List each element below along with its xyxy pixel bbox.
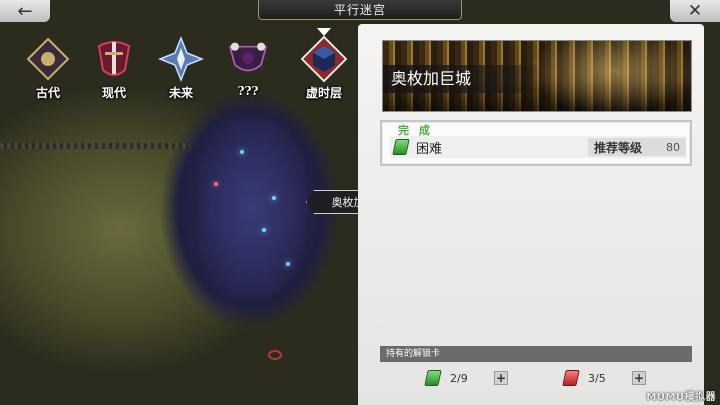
add-red-key-button[interactable]: +: [632, 371, 646, 385]
future-crystal-emblem-icon: [158, 36, 204, 82]
keys-header: 持有的解锁卡: [380, 346, 692, 362]
ancient-emblem-icon: [25, 36, 71, 82]
era-tab-void-layer[interactable]: 虚时层: [294, 35, 354, 101]
map-sparkle: [286, 262, 290, 266]
close-button[interactable]: ✕: [670, 0, 720, 22]
stage-panel: 奥枚加巨城 完 成 困难 推荐等级 80 持有的解锁卡 2/9 + 3/5 +: [358, 24, 704, 405]
title-bar: 平行迷宫: [258, 0, 462, 20]
recommended-level-label: 推荐等级: [594, 140, 643, 155]
stage-card[interactable]: 完 成 困难 推荐等级 80: [380, 120, 692, 166]
void-region[interactable]: [196, 118, 308, 298]
back-arrow-icon: ←: [17, 0, 33, 22]
map-bridge: [0, 143, 190, 149]
cube-emblem-icon: [301, 35, 347, 83]
era-tab-mystery[interactable]: ???: [218, 36, 278, 98]
mystery-emblem-icon: [225, 36, 271, 82]
era-label: 古代: [35, 86, 60, 100]
location-banner: 奥枚加巨城: [382, 40, 692, 112]
recommended-level: 推荐等级 80: [588, 138, 686, 156]
era-tab-future[interactable]: 未来: [151, 36, 211, 101]
modern-sword-emblem-icon: [91, 36, 137, 82]
key-card-red: 3/5 +: [560, 370, 646, 386]
era-tab-modern[interactable]: 现代: [84, 36, 144, 101]
recommended-level-value: 80: [666, 140, 680, 154]
era-label: 未来: [168, 86, 193, 100]
era-label: 虚时层: [305, 86, 342, 100]
close-x-icon: ✕: [687, 1, 703, 21]
map-sparkle: [240, 150, 244, 154]
back-button[interactable]: ←: [0, 0, 50, 22]
map-sparkle: [214, 182, 218, 186]
stage-row: 困难 推荐等级 80: [390, 136, 686, 158]
map-sparkle: [272, 196, 276, 200]
stage-difficulty: 困难: [416, 141, 443, 157]
page-title: 平行迷宫: [333, 3, 386, 17]
banner-title: 奥枚加巨城: [383, 65, 543, 93]
map-marker[interactable]: [268, 350, 282, 360]
green-key-card-icon: [424, 370, 442, 386]
key-count: 3/5: [588, 371, 606, 385]
key-count: 2/9: [450, 371, 468, 385]
map-sparkle: [262, 228, 266, 232]
add-green-key-button[interactable]: +: [494, 371, 508, 385]
era-label: 现代: [101, 86, 126, 100]
watermark: MUMU模拟器: [646, 392, 716, 403]
key-card-green: 2/9 +: [422, 370, 508, 386]
red-key-card-icon: [562, 370, 580, 386]
green-ticket-icon: [392, 139, 410, 155]
era-tab-ancient[interactable]: 古代: [18, 36, 78, 101]
era-label: ???: [237, 84, 259, 98]
